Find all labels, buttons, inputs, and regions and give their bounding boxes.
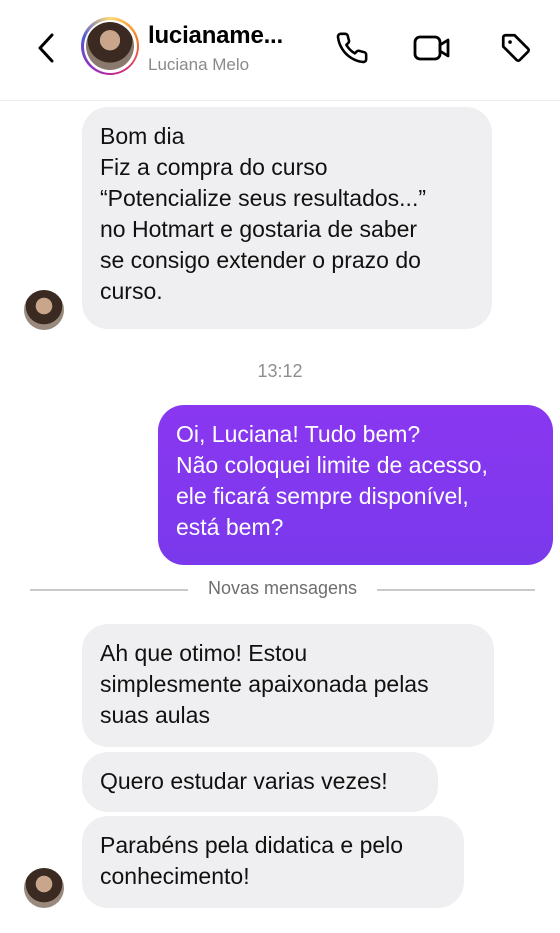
new-messages-divider-left — [30, 589, 188, 591]
message-line: está bem? — [176, 514, 284, 540]
message-line: Fiz a compra do curso — [100, 154, 328, 180]
tag-button[interactable] — [494, 26, 538, 70]
message-line: se consigo extender o prazo do — [100, 247, 421, 273]
profile-avatar[interactable] — [81, 17, 139, 75]
message-line: Oi, Luciana! Tudo bem? — [176, 421, 421, 447]
message-line: ele ficará sempre disponível, — [176, 483, 469, 509]
message-line: Ah que otimo! Estou — [100, 640, 308, 666]
avatar-photo — [86, 22, 134, 70]
message-line: Parabéns pela didatica e pelo — [100, 832, 404, 858]
sender-avatar[interactable] — [24, 868, 64, 908]
video-camera-icon — [413, 35, 450, 61]
message-line: Bom dia — [100, 123, 185, 149]
header-divider — [0, 100, 560, 101]
new-messages-label: Novas mensagens — [207, 578, 358, 598]
message-line: no Hotmart e gostaria de saber — [100, 216, 418, 242]
message-line: suas aulas — [100, 702, 210, 728]
sender-avatar[interactable] — [24, 290, 64, 330]
message-line: “Potencialize seus resultados...” — [100, 185, 426, 211]
avatar-border — [83, 19, 137, 73]
message-bubble-outgoing[interactable]: Oi, Luciana! Tudo bem? Não coloquei limi… — [158, 405, 553, 565]
message-line: curso. — [100, 278, 163, 304]
message-line: simplesmente apaixonada pelas — [100, 671, 429, 697]
new-messages-divider-right — [377, 589, 535, 591]
message-line: Quero estudar varias vezes! — [100, 768, 388, 794]
call-button[interactable] — [330, 26, 374, 70]
display-name: Luciana Melo — [148, 55, 250, 74]
message-bubble-incoming[interactable]: Ah que otimo! Estou simplesmente apaixon… — [82, 624, 494, 747]
message-bubble-incoming[interactable]: Parabéns pela didatica e pelo conhecimen… — [82, 816, 464, 908]
message-bubble-incoming[interactable]: Quero estudar varias vezes! — [82, 752, 438, 812]
message-bubble-incoming[interactable]: Bom dia Fiz a compra do curso “Potencial… — [82, 107, 492, 329]
tag-icon — [501, 33, 530, 62]
message-line: Não coloquei limite de acesso, — [176, 452, 488, 478]
chat-header: lucianame... Luciana Melo — [0, 0, 560, 100]
username[interactable]: lucianame... — [148, 22, 283, 50]
phone-icon — [336, 32, 368, 64]
back-chevron-icon — [38, 33, 54, 63]
message-line: conhecimento! — [100, 863, 250, 889]
message-timestamp: 13:12 — [257, 361, 303, 381]
video-call-button[interactable] — [410, 26, 454, 70]
back-button[interactable] — [28, 28, 64, 68]
